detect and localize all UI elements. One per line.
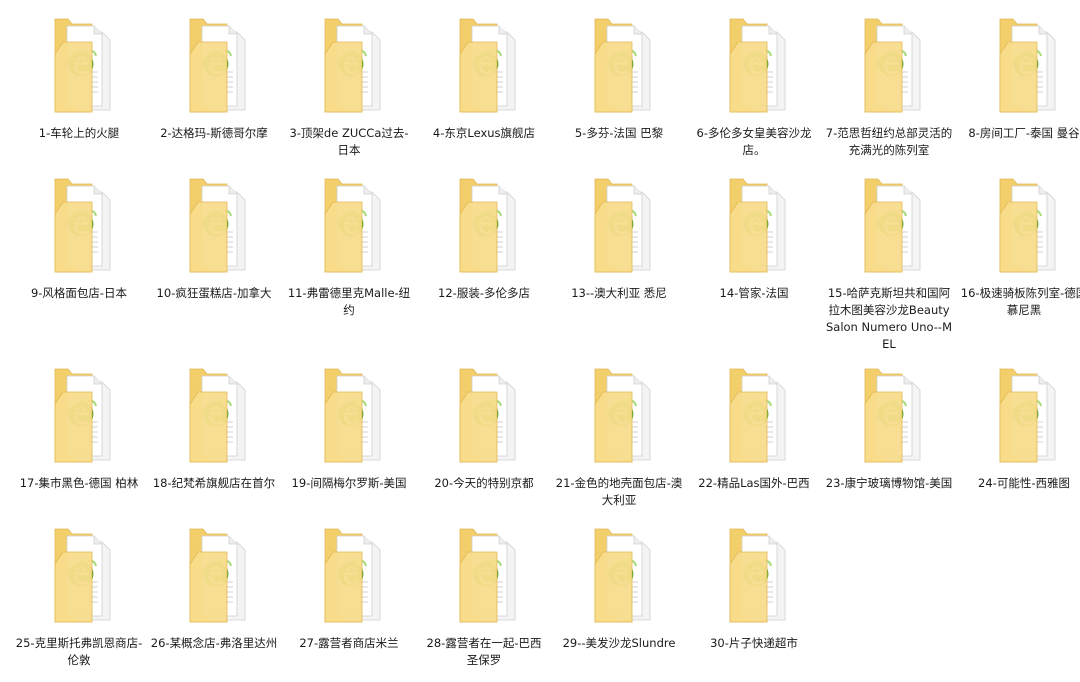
folder-label: 15-哈萨克斯坦共和国阿拉木图美容沙龙Beauty Salon Numero U… <box>825 286 953 351</box>
folder-label: 9-风格面包店-日本 <box>30 286 128 300</box>
folder-label: 13--澳大利亚 悉尼 <box>571 286 667 300</box>
folder-with-ie-document-icon <box>687 172 821 284</box>
folder-label: 18-纪梵希旗舰店在首尔 <box>152 476 276 490</box>
folder-item[interactable]: 13--澳大利亚 悉尼 <box>552 172 686 302</box>
folder-with-ie-document-icon <box>282 522 416 634</box>
folder-label: 21-金色的地壳面包店-澳大利亚 <box>555 476 683 507</box>
folder-item[interactable]: 10-疯狂蛋糕店-加拿大 <box>147 172 281 302</box>
folder-with-ie-document-icon <box>822 172 956 284</box>
folder-label: 2-达格玛-斯德哥尔摩 <box>160 126 268 140</box>
folder-with-ie-document-icon <box>957 362 1080 474</box>
folder-label: 19-间隔梅尔罗斯-美国 <box>291 476 407 490</box>
folder-item[interactable]: 17-集市黑色-德国 柏林 <box>12 362 146 492</box>
folder-label: 26-某概念店-弗洛里达州 <box>150 636 278 650</box>
folder-with-ie-document-icon <box>147 522 281 634</box>
folder-item[interactable]: 21-金色的地壳面包店-澳大利亚 <box>552 362 686 509</box>
folder-item[interactable]: 14-管家-法国 <box>687 172 821 302</box>
folder-item[interactable]: 25-克里斯托弗凯恩商店-伦敦 <box>12 522 146 669</box>
folder-item[interactable]: 22-精品Las国外-巴西 <box>687 362 821 492</box>
folder-with-ie-document-icon <box>417 12 551 124</box>
folder-with-ie-document-icon <box>417 172 551 284</box>
folder-label: 8-房间工厂-泰国 曼谷 <box>968 126 1080 140</box>
folder-label: 28-露营者在一起-巴西 圣保罗 <box>426 636 542 667</box>
folder-item[interactable]: 26-某概念店-弗洛里达州 <box>147 522 281 652</box>
folder-with-ie-document-icon <box>687 12 821 124</box>
folder-label: 4-东京Lexus旗舰店 <box>432 126 536 140</box>
folder-label: 17-集市黑色-德国 柏林 <box>19 476 139 490</box>
folder-with-ie-document-icon <box>12 522 146 634</box>
folder-with-ie-document-icon <box>687 362 821 474</box>
folder-with-ie-document-icon <box>282 362 416 474</box>
folder-label: 5-多芬-法国 巴黎 <box>574 126 664 140</box>
folder-item[interactable]: 7-范思哲纽约总部灵活的充满光的陈列室 <box>822 12 956 159</box>
folder-with-ie-document-icon <box>147 362 281 474</box>
folder-with-ie-document-icon <box>12 172 146 284</box>
folder-label: 22-精品Las国外-巴西 <box>698 476 810 490</box>
folder-label: 16-极速骑板陈列室-德国 慕尼黑 <box>960 286 1080 317</box>
folder-label: 20-今天的特别京都 <box>434 476 534 490</box>
folder-item[interactable]: 3-顶架de ZUCCa过去-日本 <box>282 12 416 159</box>
folder-with-ie-document-icon <box>282 12 416 124</box>
folder-with-ie-document-icon <box>417 522 551 634</box>
folder-item[interactable]: 5-多芬-法国 巴黎 <box>552 12 686 142</box>
folder-label: 14-管家-法国 <box>719 286 789 300</box>
folder-with-ie-document-icon <box>147 12 281 124</box>
folder-with-ie-document-icon <box>552 362 686 474</box>
folder-with-ie-document-icon <box>552 522 686 634</box>
folder-with-ie-document-icon <box>822 362 956 474</box>
folder-item[interactable]: 4-东京Lexus旗舰店 <box>417 12 551 142</box>
folder-label: 6-多伦多女皇美容沙龙店。 <box>696 126 812 157</box>
folder-item[interactable]: 8-房间工厂-泰国 曼谷 <box>957 12 1080 142</box>
folder-item[interactable]: 19-间隔梅尔罗斯-美国 <box>282 362 416 492</box>
folder-item[interactable]: 1-车轮上的火腿 <box>12 12 146 142</box>
folder-label: 3-顶架de ZUCCa过去-日本 <box>289 126 409 157</box>
folder-item[interactable]: 16-极速骑板陈列室-德国 慕尼黑 <box>957 172 1080 319</box>
folder-label: 12-服装-多伦多店 <box>438 286 530 300</box>
folder-label: 29--美发沙龙Slundre <box>562 636 676 650</box>
folder-item[interactable]: 12-服装-多伦多店 <box>417 172 551 302</box>
folder-with-ie-document-icon <box>687 522 821 634</box>
folder-item[interactable]: 11-弗雷德里克Malle-纽约 <box>282 172 416 319</box>
folder-with-ie-document-icon <box>12 12 146 124</box>
folder-label: 27-露营者商店米兰 <box>299 636 399 650</box>
folder-with-ie-document-icon <box>417 362 551 474</box>
folder-with-ie-document-icon <box>282 172 416 284</box>
folder-item[interactable]: 15-哈萨克斯坦共和国阿拉木图美容沙龙Beauty Salon Numero U… <box>822 172 956 353</box>
folder-item[interactable]: 18-纪梵希旗舰店在首尔 <box>147 362 281 492</box>
folder-label: 24-可能性-西雅图 <box>978 476 1070 490</box>
folder-with-ie-document-icon <box>552 172 686 284</box>
folder-item[interactable]: 27-露营者商店米兰 <box>282 522 416 652</box>
folder-item[interactable]: 9-风格面包店-日本 <box>12 172 146 302</box>
folder-item[interactable]: 24-可能性-西雅图 <box>957 362 1080 492</box>
folder-label: 10-疯狂蛋糕店-加拿大 <box>156 286 272 300</box>
folder-with-ie-document-icon <box>957 172 1080 284</box>
folder-item[interactable]: 28-露营者在一起-巴西 圣保罗 <box>417 522 551 669</box>
folder-item[interactable]: 6-多伦多女皇美容沙龙店。 <box>687 12 821 159</box>
folder-item[interactable]: 30-片子快递超市 <box>687 522 821 652</box>
folder-label: 25-克里斯托弗凯恩商店-伦敦 <box>15 636 143 667</box>
folder-label: 30-片子快递超市 <box>710 636 798 650</box>
folder-item[interactable]: 2-达格玛-斯德哥尔摩 <box>147 12 281 142</box>
folder-with-ie-document-icon <box>822 12 956 124</box>
folder-label: 7-范思哲纽约总部灵活的充满光的陈列室 <box>825 126 953 157</box>
folder-with-ie-document-icon <box>12 362 146 474</box>
folder-item[interactable]: 23-康宁玻璃博物馆-美国 <box>822 362 956 492</box>
folder-label: 23-康宁玻璃博物馆-美国 <box>825 476 953 490</box>
folder-with-ie-document-icon <box>147 172 281 284</box>
folder-item[interactable]: 29--美发沙龙Slundre <box>552 522 686 652</box>
folder-with-ie-document-icon <box>957 12 1080 124</box>
folder-label: 11-弗雷德里克Malle-纽约 <box>287 286 411 317</box>
folder-label: 1-车轮上的火腿 <box>38 126 120 140</box>
folder-with-ie-document-icon <box>552 12 686 124</box>
folder-grid: 1-车轮上的火腿 2-达格玛-斯德哥尔摩 3-顶架de ZUCCa过去-日本 4-东京… <box>0 0 1080 682</box>
folder-item[interactable]: 20-今天的特别京都 <box>417 362 551 492</box>
